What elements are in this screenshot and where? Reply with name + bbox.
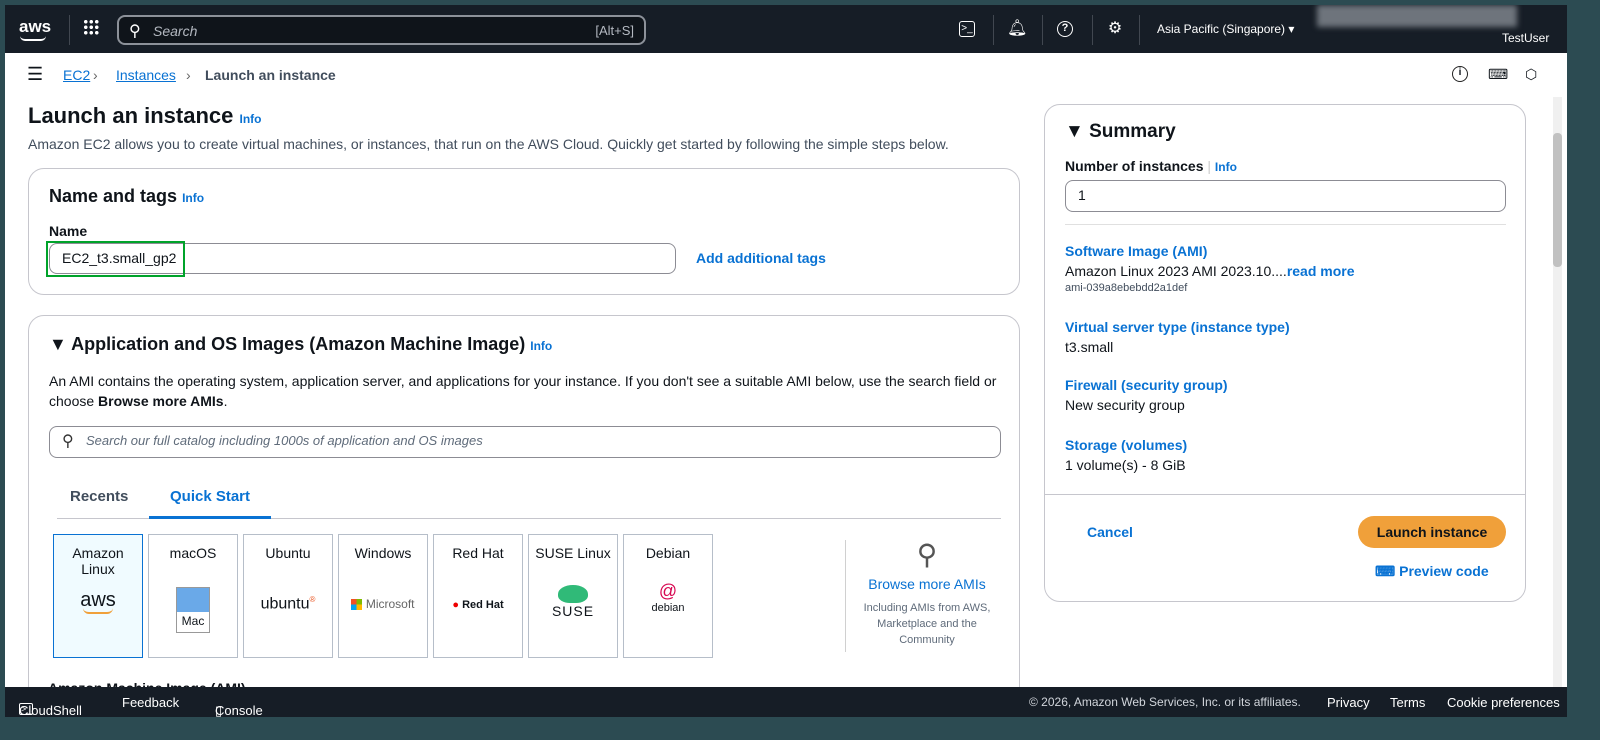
ami-description: An AMI contains the operating system, ap… xyxy=(49,373,997,409)
services-grid-icon[interactable] xyxy=(83,19,99,35)
copyright: © 2026, Amazon Web Services, Inc. or its… xyxy=(1029,695,1301,709)
info-link[interactable]: Info xyxy=(240,112,262,126)
top-nav-bar: aws ⚲ Search [Alt+S] >_ 🔔︎ ? ⚙ Asia Paci… xyxy=(5,5,1567,53)
bell-icon[interactable]: 🔔︎ xyxy=(1007,19,1027,39)
name-label: Name xyxy=(49,223,88,239)
read-more-link[interactable]: read more xyxy=(1287,263,1355,279)
terms-link[interactable]: Terms xyxy=(1390,695,1425,710)
ami-tile-amazon-linux[interactable]: Amazon Linux aws xyxy=(53,534,143,658)
ami-tile-suse[interactable]: SUSE Linux SUSE xyxy=(528,534,618,658)
user-menu[interactable]: TestUser xyxy=(1502,31,1549,45)
debian-swirl-icon: @ xyxy=(658,581,678,601)
ami-tile-windows[interactable]: Windows Microsoft xyxy=(338,534,428,658)
scrollbar[interactable] xyxy=(1553,97,1562,687)
chevron-right-icon: › xyxy=(93,67,98,83)
gear-icon[interactable]: ⚙ xyxy=(1105,19,1125,39)
add-tags-link[interactable]: Add additional tags xyxy=(696,250,826,266)
name-tags-panel: Name and tags Info Name EC2_t3.small_gp2… xyxy=(28,168,1020,295)
section-title: Name and tags Info xyxy=(49,186,205,206)
cloudshell-icon[interactable]: >_ xyxy=(959,21,975,37)
caret-down-icon[interactable]: ▼ xyxy=(49,334,71,354)
feedback-link[interactable]: Feedback xyxy=(122,695,179,710)
launch-instance-button[interactable]: Launch instance xyxy=(1358,516,1506,548)
region-selector[interactable]: Asia Pacific (Singapore) ▾ xyxy=(1157,22,1294,36)
breadcrumb-current: Launch an instance xyxy=(205,67,336,83)
ami-search-input[interactable]: ⚲ Search our full catalog including 1000s… xyxy=(49,426,1001,458)
help-icon[interactable]: ? xyxy=(1057,21,1073,37)
menu-icon[interactable]: ☰ xyxy=(27,65,43,83)
chevron-right-icon: › xyxy=(186,67,191,83)
info-panel-icon[interactable]: i xyxy=(1452,66,1468,82)
ami-tile-macos[interactable]: macOS Mac xyxy=(148,534,238,658)
mac-logo: Mac xyxy=(176,587,210,633)
cookie-preferences-link[interactable]: Cookie preferences xyxy=(1447,695,1560,710)
tab-quick-start[interactable]: Quick Start xyxy=(149,488,271,519)
search-input[interactable]: ⚲ Search [Alt+S] xyxy=(117,15,646,45)
feedback-icon[interactable]: ⬡ xyxy=(1525,66,1537,83)
privacy-link[interactable]: Privacy xyxy=(1327,695,1370,710)
account-id-redacted xyxy=(1317,5,1517,27)
suse-chameleon-icon xyxy=(558,585,588,603)
search-icon: ⚲ xyxy=(129,23,141,40)
tab-recents[interactable]: Recents xyxy=(70,488,128,505)
summary-storage: Storage (volumes) 1 volume(s) - 8 GiB xyxy=(1065,437,1188,473)
microsoft-logo: Microsoft xyxy=(339,597,427,611)
ubuntu-logo: ubuntu® xyxy=(260,595,316,613)
aws-logo: aws xyxy=(80,589,116,611)
redhat-logo: ● Red Hat xyxy=(452,599,504,611)
preview-code-button[interactable]: ⌨ Preview code xyxy=(1375,563,1489,580)
aws-smile-icon xyxy=(20,36,46,41)
instance-count-label: Number of instances | Info xyxy=(1065,158,1237,174)
search-icon: ⚲ xyxy=(62,433,74,450)
ami-tile-debian[interactable]: Debian @ debian xyxy=(623,534,713,658)
aws-logo[interactable]: aws xyxy=(19,17,51,37)
search-icon: ⚲ xyxy=(916,539,938,570)
cancel-button[interactable]: Cancel xyxy=(1087,524,1133,540)
footer: >_ CloudShell Feedback ▯ Console Mobile … xyxy=(5,687,1567,717)
caret-down-icon[interactable]: ▼ xyxy=(1065,121,1089,142)
selection-highlight xyxy=(46,241,185,277)
search-shortcut: [Alt+S] xyxy=(595,23,634,38)
ami-tile-red-hat[interactable]: Red Hat ● Red Hat xyxy=(433,534,523,658)
summary-ami: Software Image (AMI) Amazon Linux 2023 A… xyxy=(1065,243,1355,294)
summary-firewall: Firewall (security group) New security gr… xyxy=(1065,377,1228,413)
summary-panel: ▼ Summary Number of instances | Info 1 S… xyxy=(1044,104,1526,602)
preview-code-icon: ⌨ xyxy=(1375,563,1396,579)
ami-tile-ubuntu[interactable]: Ubuntu ubuntu® xyxy=(243,534,333,658)
instance-count-input[interactable]: 1 xyxy=(1065,180,1506,212)
section-title: ▼ Application and OS Images (Amazon Mach… xyxy=(49,334,553,354)
summary-instance-type: Virtual server type (instance type) t3.sm… xyxy=(1065,319,1290,355)
summary-title: Summary xyxy=(1089,121,1176,142)
breadcrumb-ec2[interactable]: EC2 xyxy=(63,67,90,83)
browser-window: aws ⚲ Search [Alt+S] >_ 🔔︎ ? ⚙ Asia Paci… xyxy=(5,5,1567,717)
page-description: Amazon EC2 allows you to create virtual … xyxy=(28,136,949,152)
breadcrumb-instances[interactable]: Instances xyxy=(116,67,176,83)
browse-more-amis[interactable]: ⚲ Browse more AMIs Including AMIs from A… xyxy=(857,540,997,648)
page-title: Launch an instance Info xyxy=(28,103,262,128)
preview-code-icon[interactable]: ⌨ xyxy=(1488,66,1508,83)
